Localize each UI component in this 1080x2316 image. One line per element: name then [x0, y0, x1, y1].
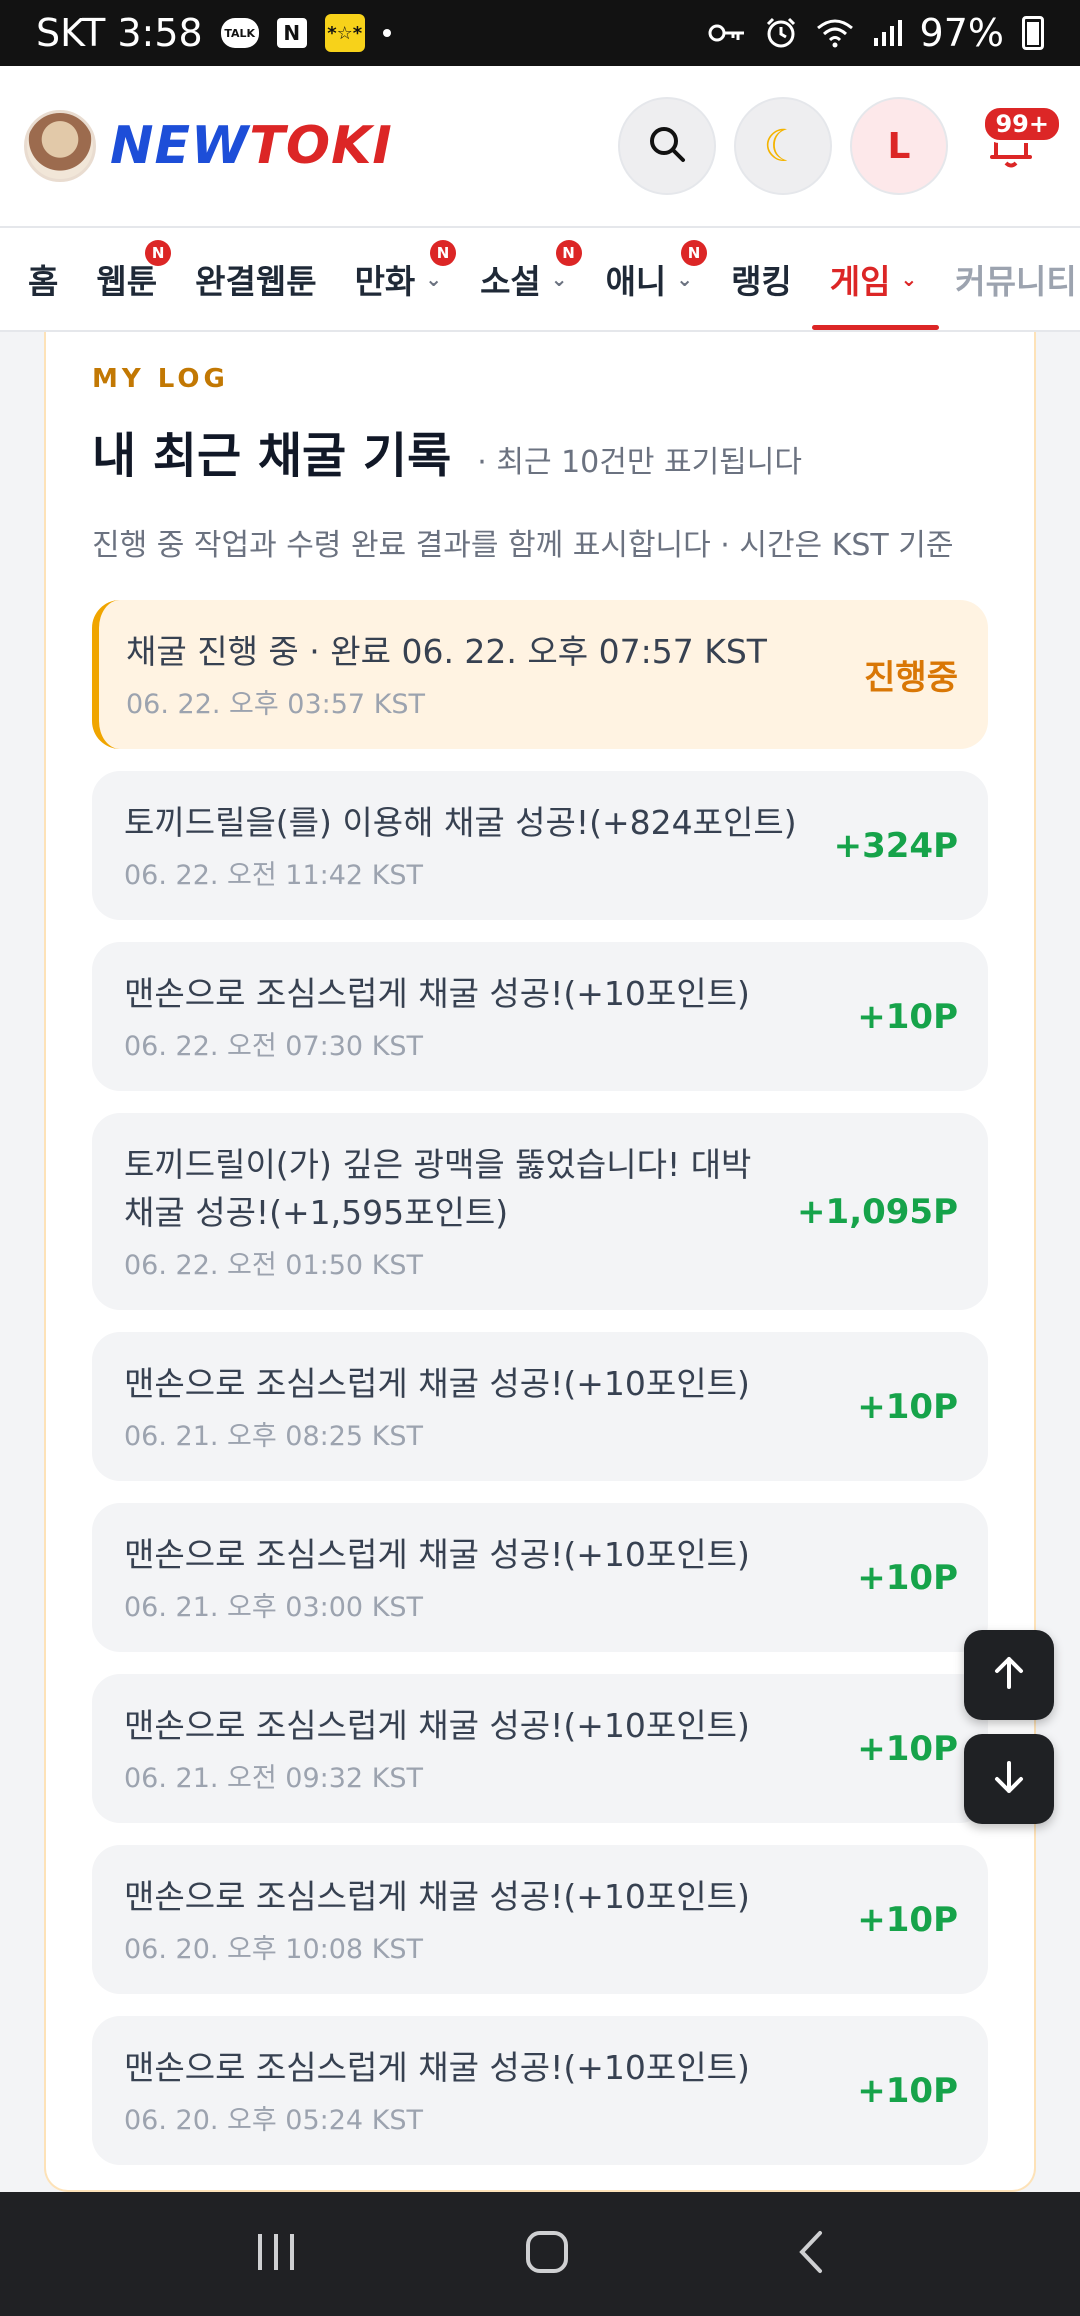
points-amount: +10P [857, 1386, 958, 1427]
list-item: 맨손으로 조심스럽게 채굴 성공!(+10포인트) 06. 20. 오후 05:… [92, 2016, 988, 2165]
nav-item-game[interactable]: 게임 ⌄ [811, 228, 939, 330]
log-message: 맨손으로 조심스럽게 채굴 성공!(+10포인트) [124, 1364, 750, 1403]
site-header: NEWTOKI ☾ L 99+ [0, 66, 1080, 226]
points-amount: +10P [857, 1899, 958, 1940]
mining-log-card: MY LOG 내 최근 채굴 기록 · 최근 10건만 표기됩니다 진행 중 작… [44, 332, 1036, 2192]
list-item: 채굴 진행 중 · 완료 06. 22. 오후 07:57 KST 06. 22… [92, 600, 988, 749]
nav-item-home[interactable]: 홈 [28, 228, 58, 330]
nav-item-webtoon[interactable]: 웹툰 N [96, 228, 172, 330]
list-item: 맨손으로 조심스럽게 채굴 성공!(+10포인트) 06. 21. 오후 08:… [92, 1332, 988, 1481]
notifications-button[interactable]: 99+ [966, 97, 1062, 195]
log-message: 토끼드릴이(가) 깊은 광맥을 뚫었습니다! 대박 채굴 성공!(+1,595포… [124, 1145, 752, 1232]
list-item: 토끼드릴을(를) 이용해 채굴 성공!(+824포인트) 06. 22. 오전 … [92, 771, 988, 920]
points-amount: +10P [857, 996, 958, 1037]
list-item: 맨손으로 조심스럽게 채굴 성공!(+10포인트) 06. 20. 오후 10:… [92, 1845, 988, 1994]
carrier-time: SKT 3:58 [36, 11, 203, 55]
card-subnote: · 최근 10건만 표기됩니다 [477, 445, 802, 480]
log-timestamp: 06. 22. 오전 01:50 KST [124, 1250, 424, 1281]
login-button[interactable]: L [850, 97, 948, 195]
card-description: 진행 중 작업과 수령 완료 결과를 함께 표시합니다 · 시간은 KST 기준 [92, 528, 954, 563]
chevron-down-icon: ⌄ [900, 267, 918, 291]
log-timestamp: 06. 22. 오후 03:57 KST [126, 689, 426, 720]
nav-item-ranking[interactable]: 랭킹 [731, 228, 792, 330]
back-button[interactable] [796, 2229, 826, 2279]
log-timestamp: 06. 20. 오후 10:08 KST [124, 1934, 424, 1965]
new-badge: N [145, 240, 172, 266]
list-item: 맨손으로 조심스럽게 채굴 성공!(+10포인트) 06. 22. 오전 07:… [92, 942, 988, 1091]
chevron-down-icon: ⌄ [676, 267, 694, 291]
arrow-down-icon [989, 1757, 1029, 1801]
mining-log-list: 채굴 진행 중 · 완료 06. 22. 오후 07:57 KST 06. 22… [92, 600, 988, 2165]
log-message: 맨손으로 조심스럽게 채굴 성공!(+10포인트) [124, 1535, 750, 1574]
more-notifications-icon [382, 29, 391, 37]
log-timestamp: 06. 21. 오후 03:00 KST [124, 1592, 424, 1623]
app-notification-icon: *☆* [324, 14, 365, 52]
category-nav: 홈 웹툰 N 완결웹툰 만화 ⌄ N 소설 ⌄ N 애니 ⌄ N 랭킹 게임 ⌄ 커뮤니티 [0, 226, 1080, 332]
logo-mascot-icon[interactable] [24, 110, 96, 182]
log-message: 맨손으로 조심스럽게 채굴 성공!(+10포인트) [124, 974, 750, 1013]
list-item: 맨손으로 조심스럽게 채굴 성공!(+10포인트) 06. 21. 오후 03:… [92, 1503, 988, 1652]
list-item: 토끼드릴이(가) 깊은 광맥을 뚫었습니다! 대박 채굴 성공!(+1,595포… [92, 1113, 988, 1310]
log-timestamp: 06. 21. 오후 08:25 KST [124, 1421, 424, 1452]
log-message: 맨손으로 조심스럽게 채굴 성공!(+10포인트) [124, 1706, 750, 1745]
talk-notification-icon: TALK [220, 18, 259, 48]
card-eyebrow: MY LOG [92, 364, 229, 394]
new-badge: N [430, 240, 457, 266]
nav-item-anime[interactable]: 애니 ⌄ N [606, 228, 708, 330]
key-icon [708, 20, 746, 46]
points-amount: +1,095P [797, 1191, 958, 1232]
list-item: 맨손으로 조심스럽게 채굴 성공!(+10포인트) 06. 21. 오전 09:… [92, 1674, 988, 1823]
recent-apps-button[interactable] [254, 2232, 298, 2276]
points-amount: +324P [833, 825, 958, 866]
home-button[interactable] [525, 2230, 569, 2278]
chevron-down-icon: ⌄ [550, 267, 568, 291]
points-amount: +10P [857, 1557, 958, 1598]
new-badge: N [681, 240, 708, 266]
signal-icon [872, 18, 902, 48]
site-logo[interactable]: NEWTOKI [110, 116, 393, 176]
chevron-down-icon: ⌄ [425, 267, 443, 291]
status-bar: SKT 3:58 TALK N *☆* 97% [0, 0, 1080, 66]
new-badge: N [555, 240, 582, 266]
log-message: 토끼드릴을(를) 이용해 채굴 성공!(+824포인트) [124, 803, 797, 842]
alarm-icon [764, 16, 798, 50]
points-amount: +10P [857, 2070, 958, 2111]
nav-item-manga[interactable]: 만화 ⌄ N [355, 228, 457, 330]
log-message: 맨손으로 조심스럽게 채굴 성공!(+10포인트) [124, 1877, 750, 1916]
scroll-top-button[interactable] [964, 1630, 1054, 1720]
search-icon [647, 124, 687, 168]
log-message: 채굴 진행 중 · 완료 06. 22. 오후 07:57 KST [126, 632, 767, 671]
log-timestamp: 06. 22. 오전 07:30 KST [124, 1031, 424, 1062]
nav-item-community[interactable]: 커뮤니티 [955, 228, 1076, 330]
notification-count-badge: 99+ [982, 105, 1062, 143]
log-timestamp: 06. 21. 오전 09:32 KST [124, 1763, 424, 1794]
wifi-icon [816, 18, 854, 48]
battery-icon [1022, 16, 1044, 50]
search-button[interactable] [618, 97, 716, 195]
log-timestamp: 06. 20. 오후 05:24 KST [124, 2105, 424, 2136]
status-badge: 진행중 [864, 658, 958, 698]
battery-percent: 97% [919, 11, 1004, 55]
naver-notification-icon: N [276, 18, 307, 48]
moon-icon: ☾ [763, 120, 803, 172]
scroll-bottom-button[interactable] [964, 1734, 1054, 1824]
system-navigation-bar [0, 2192, 1080, 2316]
log-timestamp: 06. 22. 오전 11:42 KST [124, 860, 424, 891]
nav-item-novel[interactable]: 소설 ⌄ N [480, 228, 582, 330]
log-message: 맨손으로 조심스럽게 채굴 성공!(+10포인트) [124, 2048, 750, 2087]
card-title: 내 최근 채굴 기록 [92, 428, 452, 484]
points-amount: +10P [857, 1728, 958, 1769]
arrow-up-icon [989, 1653, 1029, 1697]
dark-mode-toggle[interactable]: ☾ [734, 97, 832, 195]
nav-item-completed-webtoon[interactable]: 완결웹툰 [195, 228, 316, 330]
